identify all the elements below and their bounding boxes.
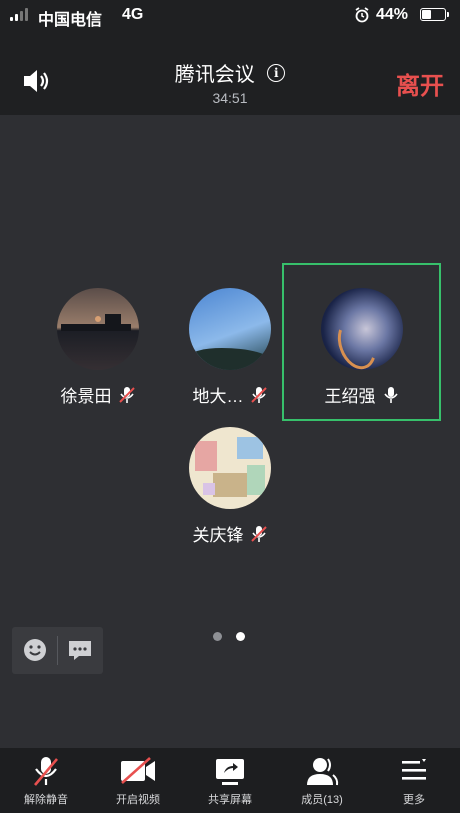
chat-icon[interactable] bbox=[65, 635, 95, 665]
network-type: 4G bbox=[122, 6, 144, 23]
meeting-title: 腾讯会议 bbox=[174, 64, 255, 86]
mic-muted-icon bbox=[118, 386, 135, 403]
mic-muted-icon bbox=[34, 757, 58, 786]
participant-name: 地大… bbox=[192, 387, 244, 406]
camera-off-icon bbox=[121, 757, 155, 784]
toolbar-label: 解除静音 bbox=[24, 794, 68, 806]
members-icon bbox=[307, 758, 339, 786]
page-dot-current[interactable] bbox=[236, 632, 245, 641]
status-bar: 中国电信 4G 44% bbox=[0, 0, 460, 30]
mic-muted-icon bbox=[250, 525, 267, 542]
participant-tile[interactable]: 地大… bbox=[180, 288, 280, 407]
toolbar-label: 共享屏幕 bbox=[208, 794, 252, 806]
alarm-icon bbox=[355, 7, 369, 23]
participant-tile-active[interactable]: 王绍强 bbox=[312, 288, 412, 407]
meeting-timer: 34:51 bbox=[212, 90, 248, 106]
battery-percent: 44% bbox=[376, 6, 409, 23]
toolbar-label: 成员(13) bbox=[301, 794, 343, 806]
page-dot[interactable] bbox=[213, 632, 222, 641]
carrier-name: 中国电信 bbox=[38, 12, 103, 29]
share-screen-icon bbox=[216, 759, 244, 785]
participant-tile[interactable]: 关庆锋 bbox=[180, 427, 280, 546]
info-icon[interactable] bbox=[267, 63, 286, 82]
participant-name: 王绍强 bbox=[324, 387, 376, 406]
share-screen-button[interactable]: 共享屏幕 bbox=[190, 755, 270, 807]
battery-icon bbox=[420, 8, 449, 21]
bottom-toolbar: 解除静音 开启视频 共享屏幕 成员(13) 更多 bbox=[0, 748, 460, 813]
mic-icon bbox=[383, 386, 398, 403]
participant-tile[interactable]: 徐景田 bbox=[48, 288, 148, 407]
mic-muted-icon bbox=[250, 386, 267, 403]
participant-name: 关庆锋 bbox=[192, 526, 244, 545]
avatar bbox=[189, 288, 271, 370]
participant-name: 徐景田 bbox=[60, 387, 112, 406]
floating-controls bbox=[12, 627, 103, 674]
avatar bbox=[57, 288, 139, 370]
toolbar-label: 更多 bbox=[403, 794, 425, 806]
avatar bbox=[189, 427, 271, 509]
toolbar-label: 开启视频 bbox=[116, 794, 160, 806]
emoji-icon[interactable] bbox=[20, 635, 50, 665]
avatar bbox=[321, 288, 403, 370]
page-indicator bbox=[213, 632, 245, 641]
more-menu-icon bbox=[402, 759, 426, 780]
start-video-button[interactable]: 开启视频 bbox=[98, 755, 178, 807]
leave-button[interactable]: 离开 bbox=[396, 66, 444, 101]
signal-icon bbox=[10, 8, 28, 21]
more-button[interactable]: 更多 bbox=[374, 755, 454, 807]
meeting-header: 腾讯会议 34:51 离开 bbox=[0, 30, 460, 115]
members-button[interactable]: 成员(13) bbox=[282, 755, 362, 807]
unmute-button[interactable]: 解除静音 bbox=[6, 755, 86, 807]
